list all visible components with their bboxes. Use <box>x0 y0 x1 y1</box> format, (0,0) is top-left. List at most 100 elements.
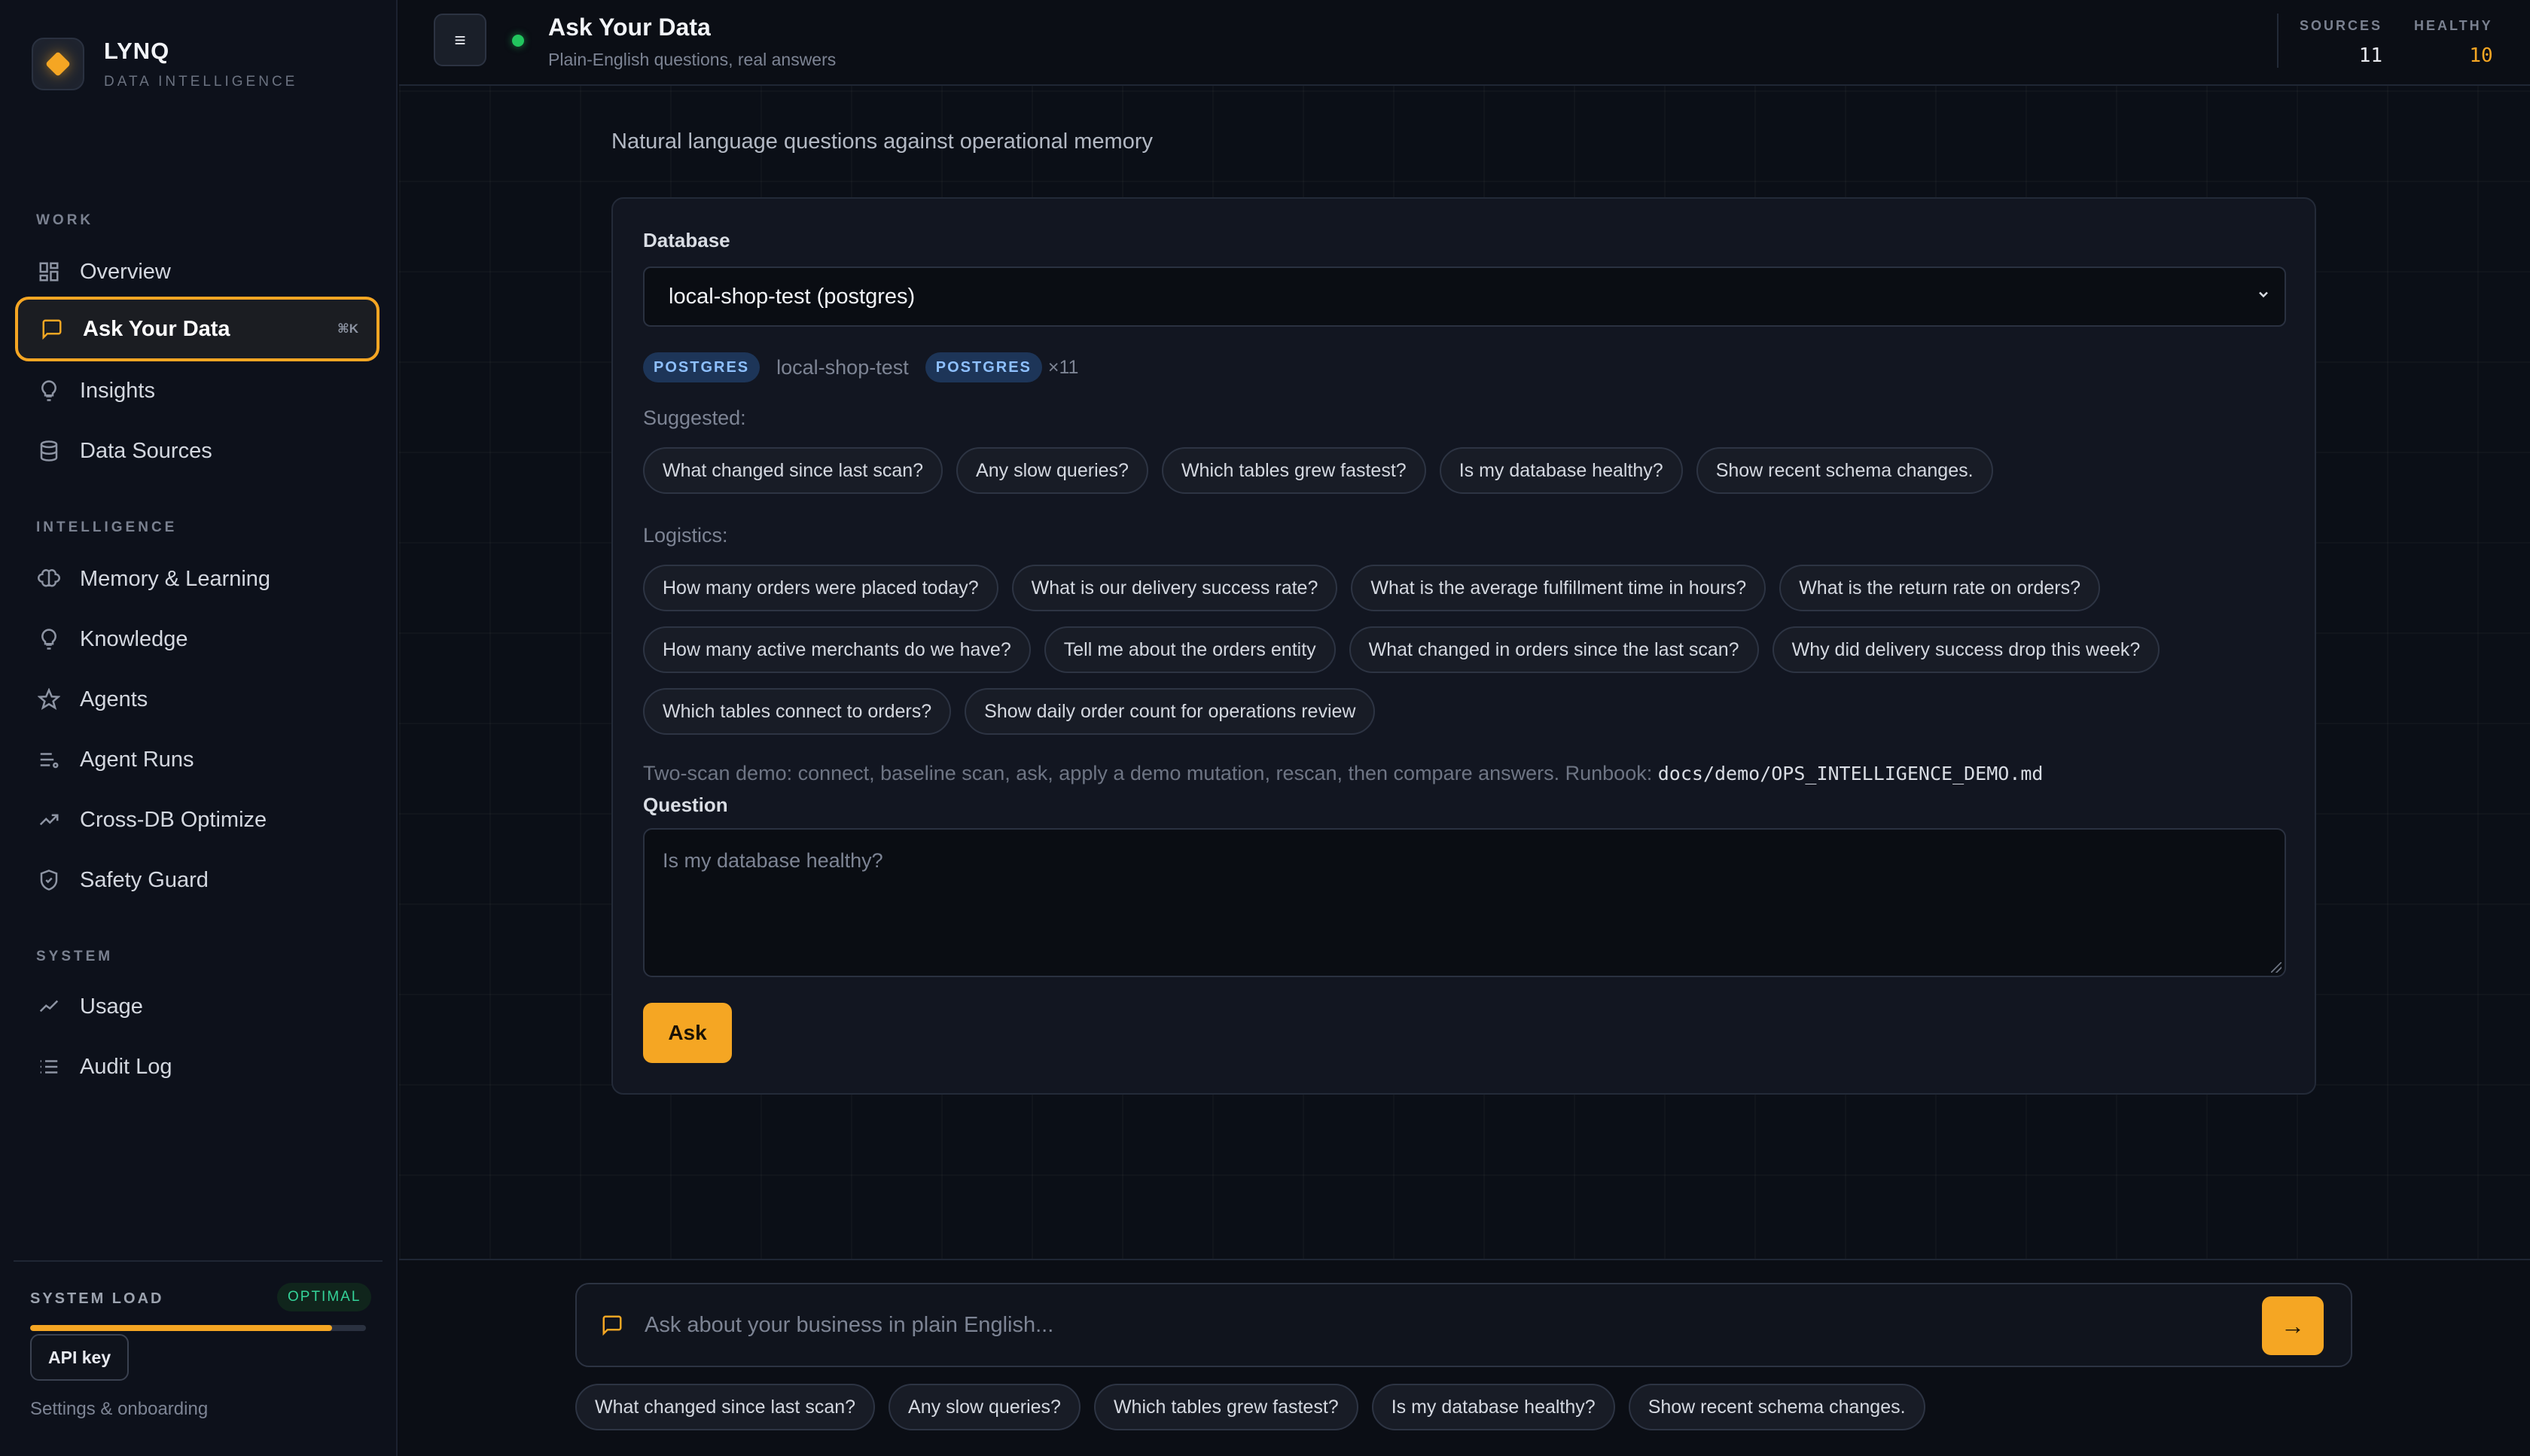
sidebar-item-agents[interactable]: Agents <box>15 667 380 732</box>
database-icon <box>36 438 62 464</box>
logistics-chip[interactable]: What is the return rate on orders? <box>1779 565 2100 611</box>
logistics-chip[interactable]: How many active merchants do we have? <box>643 626 1031 673</box>
database-label: Database <box>643 229 730 251</box>
stats-divider <box>2277 14 2279 68</box>
logistics-chip[interactable]: What is the average fulfillment time in … <box>1351 565 1766 611</box>
question-label: Question <box>643 793 728 816</box>
logistics-chip[interactable]: What is our delivery success rate? <box>1011 565 1338 611</box>
database-select[interactable]: local-shop-test (postgres) <box>643 267 2286 327</box>
list-icon <box>36 1054 62 1080</box>
lightbulb-icon <box>36 378 62 404</box>
chevron-down-icon <box>2256 287 2271 306</box>
stat-sources-value: 11 <box>2358 44 2383 67</box>
stat-sources: SOURCES 11 <box>2300 18 2382 67</box>
quick-chip[interactable]: Is my database healthy? <box>1371 1384 1615 1430</box>
stat-healthy-label: HEALTHY <box>2414 18 2493 33</box>
resize-handle-icon[interactable] <box>2271 962 2282 973</box>
sidebar-item-cross-db-optimize[interactable]: Cross-DB Optimize <box>15 787 380 852</box>
ask-card: Database local-shop-test (postgres) POST… <box>611 197 2316 1095</box>
message-square-icon <box>599 1312 625 1338</box>
engine-badge: POSTGRES <box>643 352 761 382</box>
brand-name: LYNQ <box>104 38 170 64</box>
brand-logo-icon <box>32 38 84 90</box>
logistics-chip[interactable]: Why did delivery success drop this week? <box>1772 626 2160 673</box>
sidebar-item-label: Insights <box>80 378 155 403</box>
question-placeholder: Is my database healthy? <box>663 849 883 872</box>
quick-chip[interactable]: What changed since last scan? <box>575 1384 876 1430</box>
sidebar-item-data-sources[interactable]: Data Sources <box>15 419 380 483</box>
database-name-tag: local-shop-test <box>776 355 909 379</box>
logistics-chip[interactable]: What changed in orders since the last sc… <box>1349 626 1759 673</box>
chat-placeholder: Ask about your business in plain English… <box>645 1312 1054 1337</box>
main-area: ≡ Ask Your Data Plain-English questions,… <box>399 0 2530 1456</box>
sidebar-item-label: Cross-DB Optimize <box>80 807 267 832</box>
sidebar-divider <box>14 1260 383 1262</box>
sidebar-item-ask-your-data[interactable]: Ask Your Data ⌘K <box>15 297 380 361</box>
source-count-tag: ×11 <box>1047 356 1079 378</box>
sidebar-item-label: Overview <box>80 259 171 284</box>
lightbulb-icon <box>36 626 62 652</box>
stat-healthy-value: 10 <box>2469 44 2493 67</box>
hamburger-icon: ≡ <box>454 28 466 51</box>
suggestion-chip[interactable]: Any slow queries? <box>956 447 1148 494</box>
sidebar-item-memory-learning[interactable]: Memory & Learning <box>15 547 380 611</box>
status-dot-icon <box>512 35 524 47</box>
arrow-right-icon: → <box>2281 1311 2305 1339</box>
trending-up-icon <box>36 807 62 833</box>
send-button[interactable]: → <box>2262 1296 2324 1355</box>
database-select-value: local-shop-test (postgres) <box>669 284 916 309</box>
logistics-chip[interactable]: Show daily order count for operations re… <box>965 688 1376 735</box>
sidebar-item-overview[interactable]: Overview <box>15 239 380 304</box>
sidebar-item-label: Memory & Learning <box>80 566 271 591</box>
sidebar-item-label: Agents <box>80 687 148 711</box>
brand-subtitle: DATA INTELLIGENCE <box>104 74 298 90</box>
section-label-work: WORK <box>36 212 94 228</box>
logistics-chip[interactable]: Which tables connect to orders? <box>643 688 952 735</box>
logistics-chip[interactable]: How many orders were placed today? <box>643 565 998 611</box>
suggestion-chip[interactable]: Show recent schema changes. <box>1696 447 1993 494</box>
sidebar-item-label: Data Sources <box>80 438 212 463</box>
demo-text: Two-scan demo: connect, baseline scan, a… <box>643 762 1658 784</box>
question-textarea[interactable]: Is my database healthy? <box>643 828 2286 977</box>
system-load-status-badge: OPTIMAL <box>277 1283 372 1311</box>
sidebar-item-label: Usage <box>80 994 143 1019</box>
sidebar-item-insights[interactable]: Insights <box>15 358 380 423</box>
page-subtitle: Plain-English questions, real answers <box>548 50 837 69</box>
intro-text: Natural language questions against opera… <box>611 129 1153 154</box>
chat-input[interactable]: Ask about your business in plain English… <box>575 1283 2352 1367</box>
sidebar-item-audit-log[interactable]: Audit Log <box>15 1034 380 1099</box>
suggestion-chip[interactable]: What changed since last scan? <box>643 447 943 494</box>
activity-line-icon <box>36 994 62 1019</box>
quick-chip[interactable]: Any slow queries? <box>889 1384 1081 1430</box>
sidebar-item-label: Agent Runs <box>80 747 194 772</box>
top-bar: ≡ Ask Your Data Plain-English questions,… <box>399 0 2530 86</box>
brand[interactable]: LYNQ DATA INTELLIGENCE <box>32 38 297 90</box>
chat-bar: Ask about your business in plain English… <box>399 1259 2530 1456</box>
logistics-chips: How many orders were placed today? What … <box>643 565 2292 735</box>
sidebar-item-usage[interactable]: Usage <box>15 974 380 1039</box>
sidebar-item-label: Safety Guard <box>80 867 209 892</box>
api-key-button[interactable]: API key <box>30 1334 130 1381</box>
star-icon <box>36 687 62 712</box>
page-title: Ask Your Data <box>548 14 711 41</box>
section-label-system: SYSTEM <box>36 949 114 964</box>
sidebar-item-label: Knowledge <box>80 626 188 651</box>
list-run-icon <box>36 747 62 772</box>
logistics-label: Logistics: <box>643 524 728 547</box>
sidebar-item-safety-guard[interactable]: Safety Guard <box>15 848 380 912</box>
keyboard-shortcut: ⌘K <box>337 321 358 336</box>
suggestion-chip[interactable]: Is my database healthy? <box>1439 447 1683 494</box>
logistics-chip[interactable]: Tell me about the orders entity <box>1044 626 1336 673</box>
system-load-label: SYSTEM LOAD <box>30 1290 164 1307</box>
quick-chip[interactable]: Show recent schema changes. <box>1628 1384 1925 1430</box>
menu-toggle-button[interactable]: ≡ <box>434 14 486 66</box>
suggestion-chip[interactable]: Which tables grew fastest? <box>1161 447 1426 494</box>
sidebar-item-agent-runs[interactable]: Agent Runs <box>15 727 380 792</box>
sidebar-item-knowledge[interactable]: Knowledge <box>15 607 380 672</box>
ask-button[interactable]: Ask <box>643 1003 732 1063</box>
settings-onboarding-link[interactable]: Settings & onboarding <box>30 1399 208 1420</box>
sidebar-item-label: Audit Log <box>80 1054 172 1079</box>
shield-check-icon <box>36 867 62 893</box>
quick-chip[interactable]: Which tables grew fastest? <box>1093 1384 1358 1430</box>
stat-healthy: HEALTHY 10 <box>2414 18 2493 67</box>
